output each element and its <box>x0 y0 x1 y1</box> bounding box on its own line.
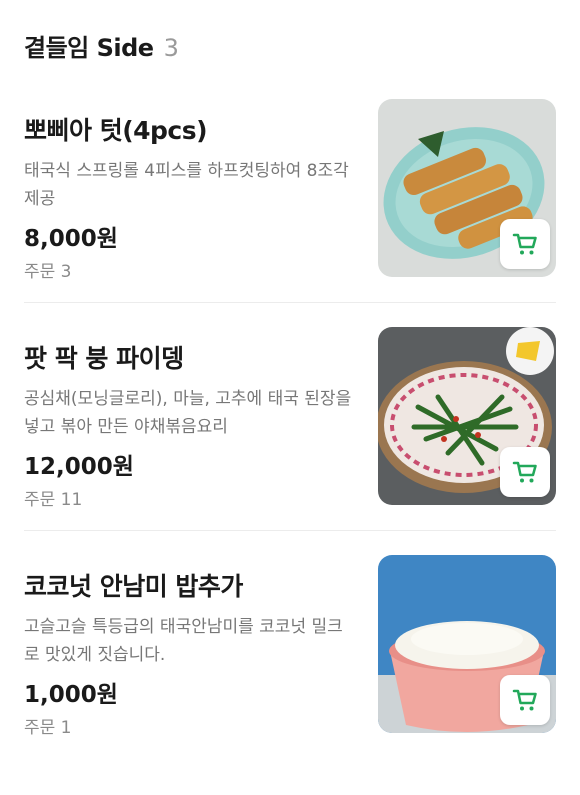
cart-icon <box>512 461 537 483</box>
item-price: 1,000원 <box>24 682 118 708</box>
item-order-count: 주문 1 <box>24 718 72 738</box>
item-photo[interactable] <box>378 555 556 733</box>
divider <box>24 530 556 531</box>
item-price: 8,000원 <box>24 226 118 252</box>
add-to-cart-button[interactable] <box>500 447 550 497</box>
item-description: 태국식 스프링롤 4피스를 하프컷팅하여 8조각 제공 <box>24 161 349 209</box>
section-title: 곁들임 Side <box>24 34 154 62</box>
cart-icon <box>512 689 537 711</box>
item-name: 뽀삐아 텃(4pcs) <box>24 116 208 145</box>
item-description: 고슬고슬 특등급의 태국안남미를 코코넛 밀크로 맛있게 짓습니다. <box>24 617 343 665</box>
section-count: 3 <box>163 34 179 62</box>
add-to-cart-button[interactable] <box>500 219 550 269</box>
menu-item[interactable]: 뽀삐아 텃(4pcs) 태국식 스프링롤 4피스를 하프컷팅하여 8조각 제공 … <box>0 99 580 339</box>
menu-item[interactable]: 팟 팍 붕 파이뎅 공심채(모닝글로리), 마늘, 고추에 태국 된장을 넣고 … <box>0 327 580 567</box>
cart-icon <box>512 233 537 255</box>
menu-item[interactable]: 코코넛 안남미 밥추가 고슬고슬 특등급의 태국안남미를 코코넛 밀크로 맛있게… <box>0 555 580 795</box>
item-photo[interactable] <box>378 99 556 277</box>
item-description: 공심채(모닝글로리), 마늘, 고추에 태국 된장을 넣고 볶아 만든 야채볶음… <box>24 389 352 437</box>
item-order-count: 주문 11 <box>24 490 83 510</box>
item-photo[interactable] <box>378 327 556 505</box>
item-price: 12,000원 <box>24 454 134 480</box>
item-name: 팟 팍 붕 파이뎅 <box>24 344 184 373</box>
item-name: 코코넛 안남미 밥추가 <box>24 572 243 601</box>
item-order-count: 주문 3 <box>24 262 72 282</box>
add-to-cart-button[interactable] <box>500 675 550 725</box>
section-header: 곁들임 Side 3 <box>24 28 179 64</box>
divider <box>24 302 556 303</box>
